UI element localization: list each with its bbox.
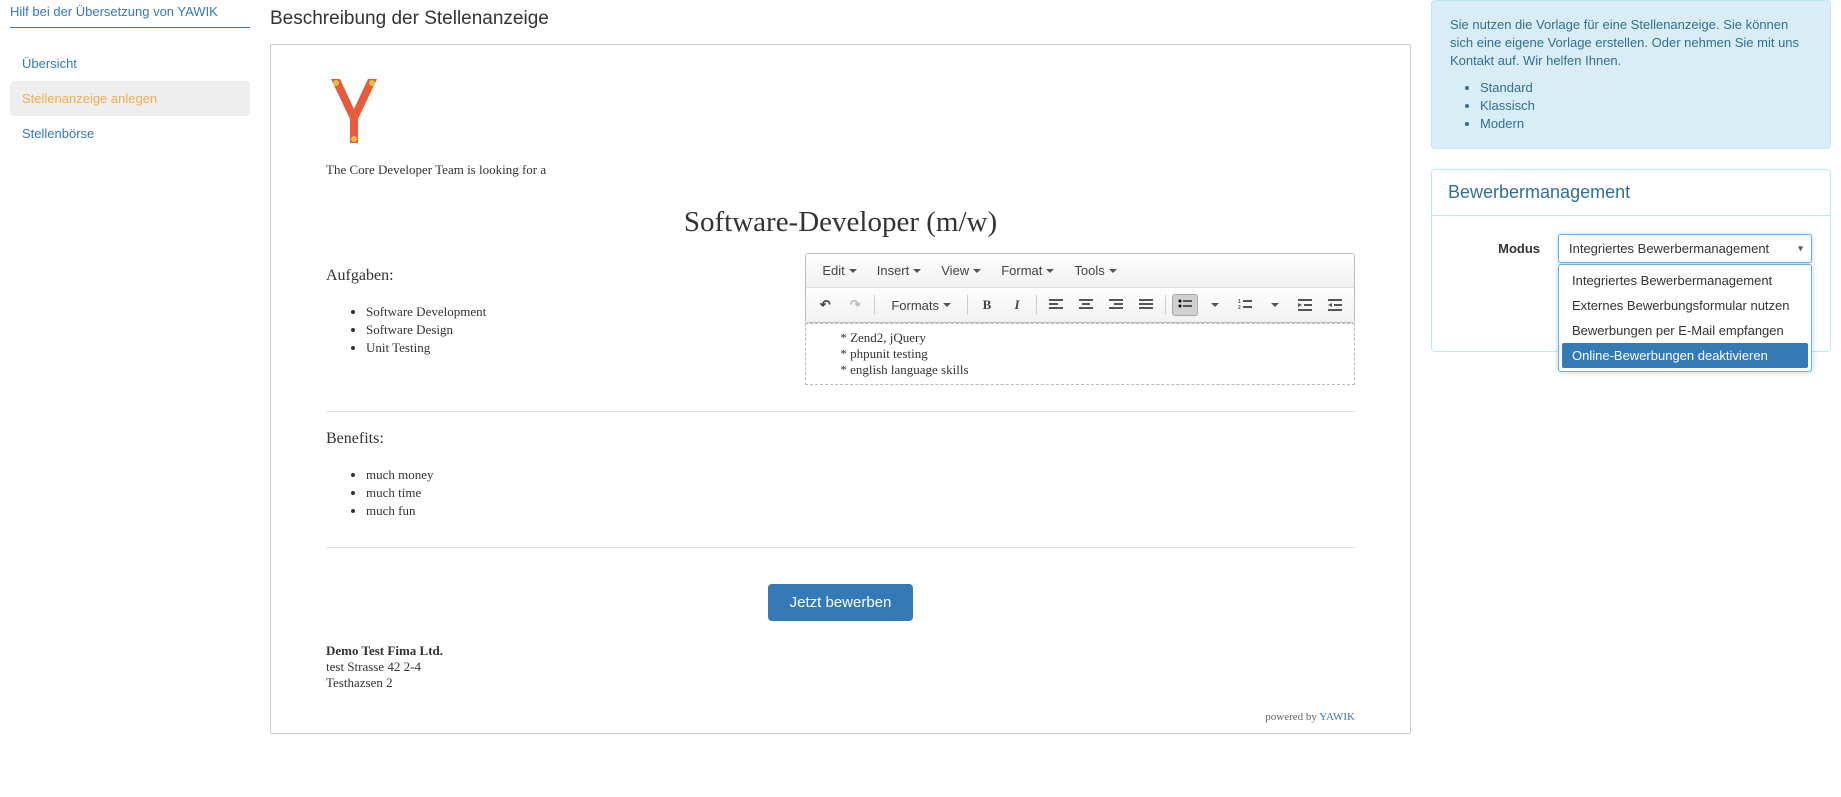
panel-title: Bewerbermanagement: [1432, 170, 1830, 216]
benefit-item: much fun: [366, 502, 1355, 520]
editor-menu-format[interactable]: Format: [991, 258, 1064, 283]
help-link[interactable]: Hilf bei der Übersetzung von YAWIK: [10, 0, 250, 28]
align-justify-button[interactable]: [1133, 294, 1159, 316]
modus-option[interactable]: Bewerbungen per E-Mail empfangen: [1562, 318, 1808, 343]
sidebar-item[interactable]: Stellenanzeige anlegen: [10, 81, 250, 116]
modus-option[interactable]: Online-Bewerbungen deaktivieren: [1562, 343, 1808, 368]
company-logo-icon: [326, 75, 381, 147]
formats-button[interactable]: Formats: [881, 293, 961, 318]
info-text: Sie nutzen die Vorlage für eine Stellena…: [1450, 17, 1799, 68]
toolbar-separator: [1036, 295, 1037, 315]
align-right-button[interactable]: [1103, 294, 1129, 316]
indent-button[interactable]: [1322, 294, 1348, 316]
toolbar-separator: [874, 295, 875, 315]
powered-by: powered by YAWIK: [326, 711, 1355, 723]
toolbar-separator: [967, 295, 968, 315]
modus-option[interactable]: Externes Bewerbungsformular nutzen: [1562, 293, 1808, 318]
svg-text:2: 2: [1238, 305, 1241, 311]
benefit-item: much money: [366, 466, 1355, 484]
task-item: Software Development: [366, 303, 765, 321]
skill-item: english language skills: [840, 362, 1344, 378]
modus-option[interactable]: Integriertes Bewerbermanagement: [1562, 268, 1808, 293]
benefit-list: much moneymuch timemuch fun: [326, 466, 1355, 521]
modus-select[interactable]: Integriertes Bewerbermanagement ▾: [1558, 234, 1812, 263]
template-link[interactable]: Modern: [1480, 116, 1524, 131]
numbered-list-button[interactable]: 12: [1232, 294, 1258, 316]
job-panel: The Core Developer Team is looking for a…: [270, 44, 1411, 734]
intro-text: The Core Developer Team is looking for a: [326, 162, 1355, 178]
outdent-button[interactable]: [1292, 294, 1318, 316]
chevron-down-icon: ▾: [1798, 243, 1803, 254]
template-link[interactable]: Klassisch: [1480, 98, 1535, 113]
modus-dropdown: Integriertes BewerbermanagementExternes …: [1558, 264, 1812, 372]
template-link[interactable]: Standard: [1480, 80, 1533, 95]
side-nav: ÜbersichtStellenanzeige anlegenStellenbö…: [10, 46, 250, 151]
skill-item: Zend2, jQuery: [840, 330, 1344, 346]
rich-text-editor: Edit Insert View Format Tools ↶ ↷ Format…: [805, 253, 1355, 323]
skill-item: phpunit testing: [840, 346, 1344, 362]
applicant-mgmt-panel: Bewerbermanagement Modus Integriertes Be…: [1431, 169, 1831, 352]
company-name: Demo Test Fima Ltd.: [326, 643, 1355, 659]
sidebar-item[interactable]: Stellenbörse: [10, 116, 250, 151]
company-address-2: Testhazsen 2: [326, 675, 1355, 691]
benefit-item: much time: [366, 484, 1355, 502]
editor-menu-edit[interactable]: Edit: [812, 258, 866, 283]
editor-menu-insert[interactable]: Insert: [867, 258, 932, 283]
company-block: Demo Test Fima Ltd. test Strasse 42 2-4 …: [326, 643, 1355, 691]
section-title: Beschreibung der Stellenanzeige: [270, 8, 1411, 30]
italic-button[interactable]: I: [1004, 292, 1030, 318]
benefits-heading: Benefits:: [326, 430, 1355, 448]
template-info-box: Sie nutzen die Vorlage für eine Stellena…: [1431, 0, 1831, 149]
editor-menu-tools[interactable]: Tools: [1064, 258, 1126, 283]
bullet-list-caret-button[interactable]: [1202, 298, 1228, 312]
align-center-button[interactable]: [1073, 294, 1099, 316]
task-item: Unit Testing: [366, 339, 765, 357]
bullet-list-button[interactable]: [1172, 294, 1198, 316]
job-title: Software-Developer (m/w): [326, 206, 1355, 239]
align-left-button[interactable]: [1043, 294, 1069, 316]
powered-link[interactable]: YAWIK: [1319, 711, 1355, 723]
modus-label: Modus: [1450, 241, 1540, 256]
company-address-1: test Strasse 42 2-4: [326, 659, 1355, 675]
redo-button[interactable]: ↷: [842, 292, 868, 318]
bold-button[interactable]: B: [974, 292, 1000, 318]
task-list: Software DevelopmentSoftware DesignUnit …: [326, 303, 765, 358]
toolbar-separator: [1165, 295, 1166, 315]
undo-button[interactable]: ↶: [812, 292, 838, 318]
tasks-heading: Aufgaben:: [326, 267, 765, 285]
sidebar-item[interactable]: Übersicht: [10, 46, 250, 81]
editor-menu-view[interactable]: View: [931, 258, 991, 283]
editor-content[interactable]: Zend2, jQueryphpunit testingenglish lang…: [805, 323, 1355, 385]
task-item: Software Design: [366, 321, 765, 339]
numbered-list-caret-button[interactable]: [1262, 298, 1288, 312]
apply-button[interactable]: Jetzt bewerben: [768, 584, 914, 621]
